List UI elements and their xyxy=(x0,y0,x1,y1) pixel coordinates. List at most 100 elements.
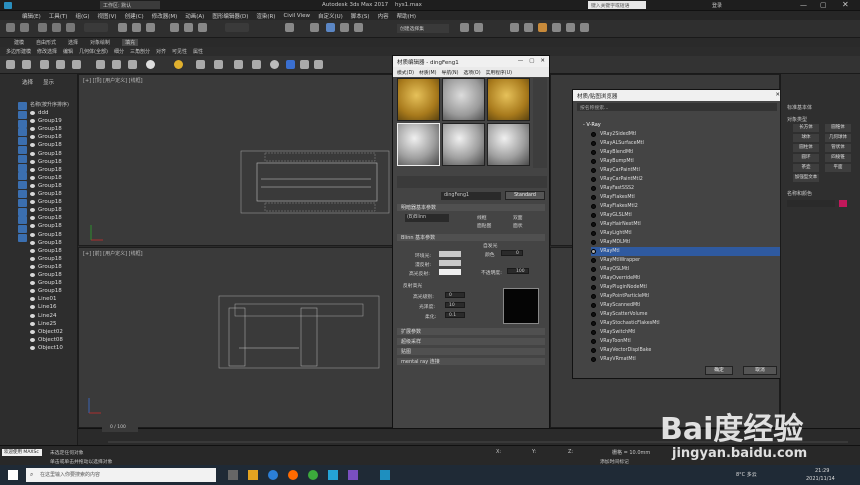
visibility-icon[interactable] xyxy=(30,329,35,334)
menu-item[interactable]: Civil View xyxy=(283,13,309,19)
explorer-icon[interactable] xyxy=(248,470,258,480)
clock-date[interactable]: 2021/11/14 xyxy=(806,476,835,482)
ribbon-item[interactable]: 编辑 xyxy=(63,48,73,55)
explorer-tool-icon[interactable] xyxy=(18,146,27,154)
browser-item[interactable]: VRayGLSLMtl xyxy=(591,211,781,220)
scene-row[interactable]: Group18 xyxy=(30,134,62,140)
self-illum-value[interactable]: 0 xyxy=(501,250,523,256)
scene-row[interactable]: Object08 xyxy=(30,337,63,343)
firefox-icon[interactable] xyxy=(288,470,298,480)
menu-item[interactable]: 图形编辑器(D) xyxy=(212,12,248,20)
menu-item[interactable]: 帮助(H) xyxy=(397,12,416,20)
material-slot-5[interactable] xyxy=(442,123,485,166)
color-checkbox[interactable]: 颜色 xyxy=(485,251,495,258)
link-icon[interactable] xyxy=(38,23,47,32)
menu-item[interactable]: 创建(C) xyxy=(125,12,144,20)
visibility-icon[interactable] xyxy=(30,264,35,269)
scale-icon[interactable] xyxy=(198,23,207,32)
scene-row[interactable]: Object10 xyxy=(30,345,63,351)
faceted-checkbox[interactable]: 面状 xyxy=(513,222,523,229)
menu-item[interactable]: 导航(N) xyxy=(442,69,459,76)
browser-item[interactable]: VRayScannedMtl xyxy=(591,301,781,310)
ribbon-item[interactable]: 对齐 xyxy=(156,48,166,55)
viewport-top[interactable]: [+] [顶] [用户定义] [线框] xyxy=(78,74,394,246)
edge-icon[interactable] xyxy=(268,470,278,480)
scene-row[interactable]: Line01 xyxy=(30,296,56,302)
angle-snap-icon[interactable] xyxy=(326,23,335,32)
explorer-tool-icon[interactable] xyxy=(18,102,27,110)
object-type-button[interactable]: 长方体 xyxy=(793,124,819,132)
scene-row[interactable]: Group18 xyxy=(30,151,62,157)
mental-ray-rollup[interactable]: mental ray 连接 xyxy=(397,358,545,365)
percent-snap-icon[interactable] xyxy=(340,23,349,32)
opacity-value[interactable]: 100 xyxy=(507,268,529,274)
two-sided-checkbox[interactable]: 双面 xyxy=(513,214,523,221)
reference-coord-select[interactable] xyxy=(225,23,249,32)
scene-row[interactable]: Group18 xyxy=(30,240,62,246)
visibility-icon[interactable] xyxy=(30,159,35,164)
utilities-icon[interactable] xyxy=(96,60,105,69)
ribbon-item[interactable]: 多边形建模 xyxy=(6,48,31,55)
visibility-icon[interactable] xyxy=(30,216,35,221)
ribbon-tab[interactable]: 填充 xyxy=(122,39,139,46)
object-type-button[interactable]: 圆环 xyxy=(793,154,819,162)
visibility-icon[interactable] xyxy=(30,297,35,302)
explorer-tool-icon[interactable] xyxy=(18,198,27,207)
browser-item[interactable]: VRayVectorDisplBake xyxy=(591,346,781,355)
hierarchy-icon[interactable] xyxy=(40,60,49,69)
visibility-icon[interactable] xyxy=(30,256,35,261)
pivot-icon[interactable] xyxy=(285,23,294,32)
material-slot-4[interactable] xyxy=(397,123,440,166)
scene-row[interactable]: Group18 xyxy=(30,207,62,213)
browser-item[interactable]: VRayFlakesMtl xyxy=(591,193,781,202)
sun-icon[interactable] xyxy=(174,60,183,69)
material-slot-1[interactable] xyxy=(397,78,440,121)
rotate-icon[interactable] xyxy=(184,23,193,32)
clock-time[interactable]: 21:29 xyxy=(815,468,829,474)
app-icon[interactable] xyxy=(328,470,338,480)
visibility-icon[interactable] xyxy=(30,111,35,115)
maxscript-listener[interactable]: 欢迎使用 MAXSc xyxy=(2,449,42,456)
light-icon[interactable] xyxy=(128,60,137,69)
visibility-icon[interactable] xyxy=(30,337,35,342)
column-header[interactable]: 名称(按升序排序) xyxy=(30,101,69,108)
visibility-icon[interactable] xyxy=(30,248,35,253)
3dsmax-task-icon[interactable] xyxy=(380,470,390,480)
visibility-icon[interactable] xyxy=(30,167,35,172)
object-type-button[interactable]: 几何球体 xyxy=(825,134,851,142)
explorer-tool-icon[interactable] xyxy=(18,128,27,137)
explorer-tool-icon[interactable] xyxy=(18,234,27,242)
minimize-icon[interactable]: — xyxy=(800,1,807,9)
start-icon[interactable] xyxy=(8,470,18,480)
ribbon-tab[interactable]: 建模 xyxy=(14,39,24,46)
scene-row[interactable]: Group18 xyxy=(30,248,62,254)
visibility-icon[interactable] xyxy=(30,232,35,237)
ribbon-item[interactable]: 三角剖分 xyxy=(130,48,150,55)
browser-item[interactable]: VRayCarPaintMtl xyxy=(591,166,781,175)
visibility-icon[interactable] xyxy=(30,127,35,132)
browser-item[interactable]: VRayOverrideMtl xyxy=(591,274,781,283)
viewport-front[interactable]: [+] [前] [用户定义] [线框] xyxy=(78,247,394,428)
close-icon[interactable]: ✕ xyxy=(842,0,849,9)
render-sphere-icon[interactable] xyxy=(270,60,279,69)
systems-icon[interactable] xyxy=(234,60,243,69)
scene-row[interactable]: Group18 xyxy=(30,167,62,173)
ribbon-item[interactable]: 可见性 xyxy=(172,48,187,55)
browser-search-input[interactable]: 按名称搜索... xyxy=(577,103,777,111)
close-icon[interactable]: ✕ xyxy=(540,58,545,65)
time-slider[interactable]: 0 / 100 xyxy=(102,425,138,432)
object-type-button[interactable]: 圆柱体 xyxy=(793,144,819,152)
browser-item[interactable]: VRayOSLMtl xyxy=(591,265,781,274)
scene-row[interactable]: Line24 xyxy=(30,313,56,319)
ribbon-tab[interactable]: 对象绘制 xyxy=(90,39,110,46)
select-by-name-icon[interactable] xyxy=(132,23,141,32)
scene-row[interactable]: Line16 xyxy=(30,304,56,310)
explorer-tool-icon[interactable] xyxy=(18,181,27,190)
motion-icon[interactable] xyxy=(56,60,65,69)
ribbon-tab[interactable]: 选择 xyxy=(68,39,78,46)
scene-row[interactable]: Group18 xyxy=(30,191,62,197)
menu-item[interactable]: 渲染(R) xyxy=(256,12,275,20)
scene-row[interactable]: Group18 xyxy=(30,159,62,165)
explorer-tool-icon[interactable] xyxy=(18,119,27,128)
diffuse-swatch[interactable] xyxy=(439,260,461,266)
